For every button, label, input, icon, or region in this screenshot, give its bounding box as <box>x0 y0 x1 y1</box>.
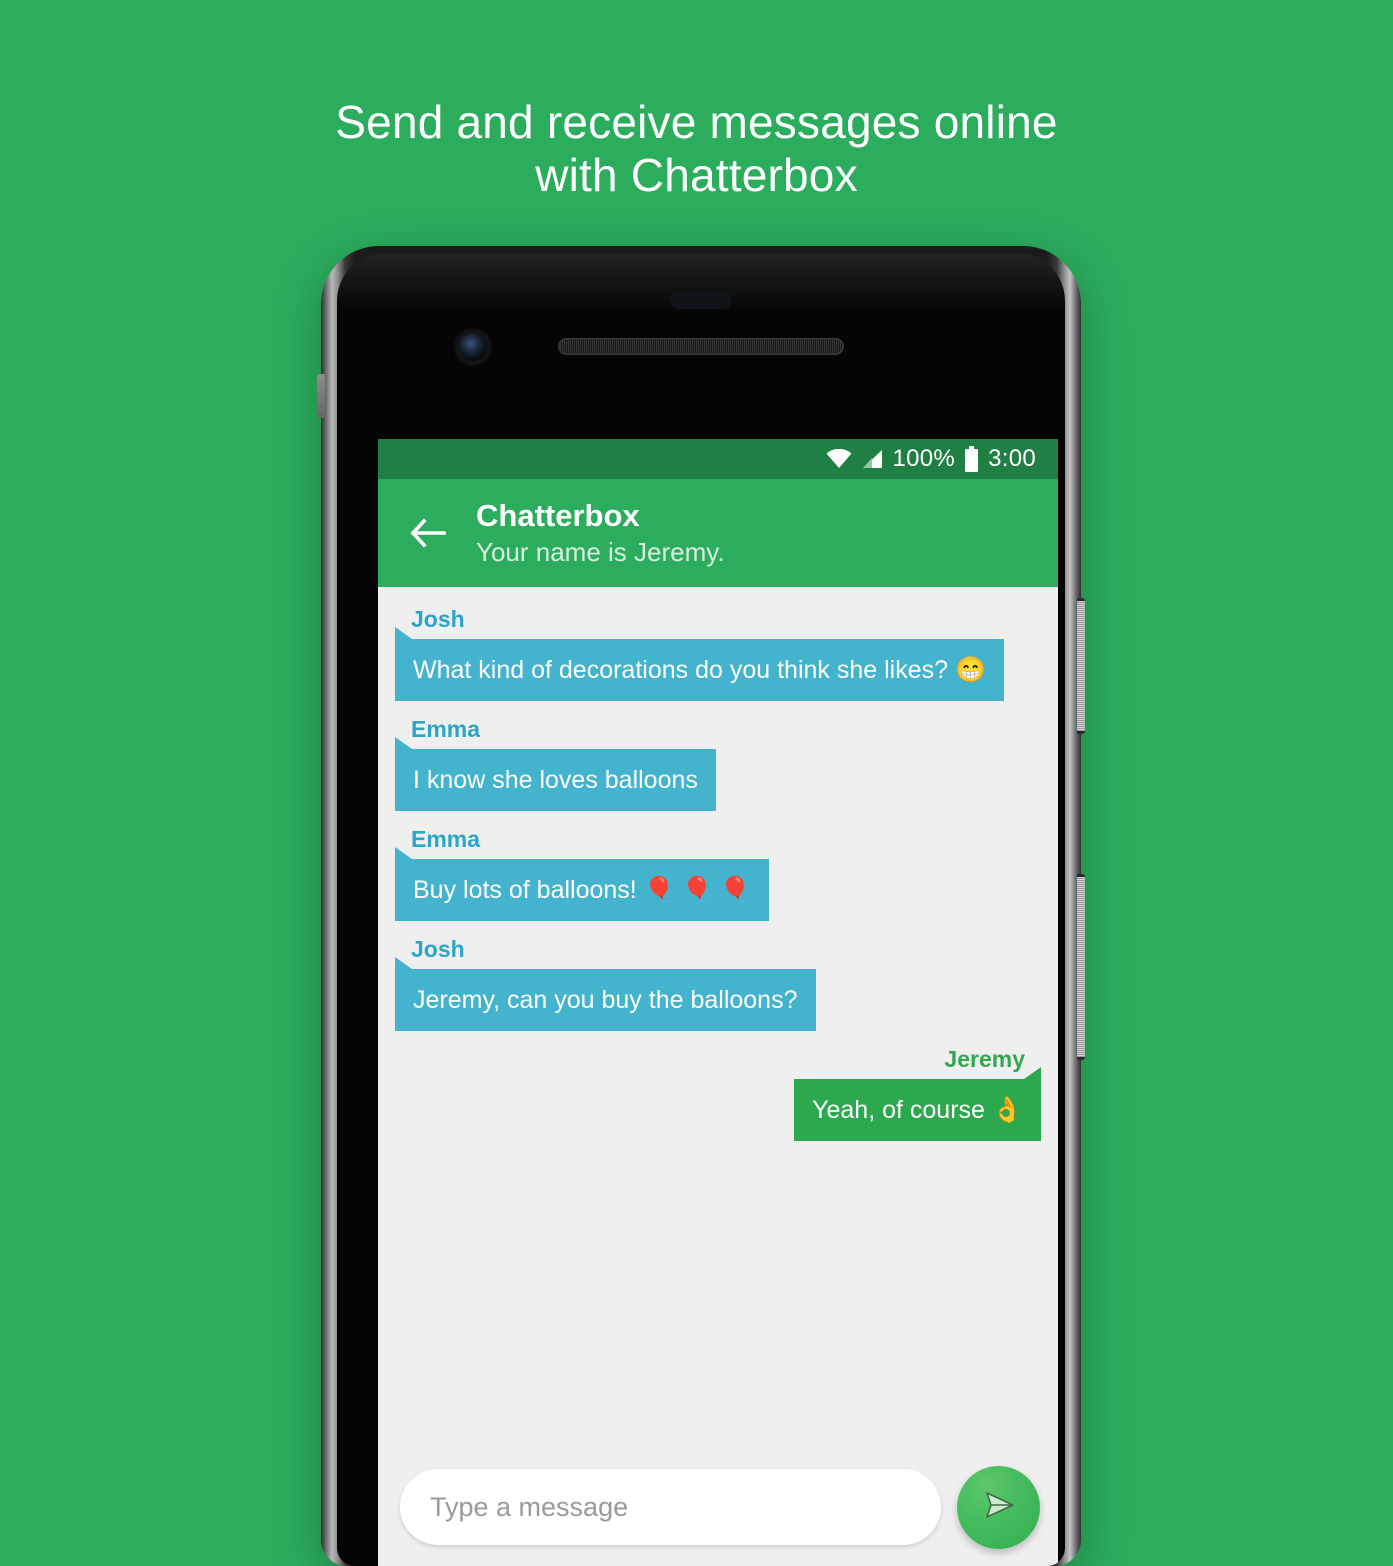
app-bar-text: Chatterbox Your name is Jeremy. <box>476 497 725 569</box>
message-sender-name: Josh <box>411 936 465 962</box>
power-button[interactable] <box>1077 598 1085 734</box>
left-side-nub <box>317 374 325 418</box>
phone-screen: 100% 3:00 Chatterbox Your name is Jeremy… <box>378 439 1058 1566</box>
headline-line-2: with Chatterbox <box>535 149 858 201</box>
wifi-icon <box>826 449 852 469</box>
status-bar: 100% 3:00 <box>378 439 1058 479</box>
send-icon <box>977 1483 1021 1532</box>
battery-percent-label: 100% <box>892 445 956 472</box>
top-pill <box>671 291 731 309</box>
message-composer <box>378 1448 1058 1566</box>
message-row: Emma Buy lots of balloons! 🎈 🎈 🎈 <box>395 825 1041 921</box>
earpiece-speaker-icon <box>558 338 844 355</box>
message-list: Josh What kind of decorations do you thin… <box>378 587 1058 1448</box>
clock-label: 3:00 <box>988 445 1036 472</box>
phone-mockup: 100% 3:00 Chatterbox Your name is Jeremy… <box>317 246 1085 1566</box>
phone-glass: 100% 3:00 Chatterbox Your name is Jeremy… <box>337 253 1065 1566</box>
front-camera-icon <box>459 333 487 361</box>
message-bubble[interactable]: Jeremy, can you buy the balloons? <box>395 969 816 1031</box>
send-button[interactable] <box>957 1465 1040 1549</box>
message-sender-name: Josh <box>411 606 465 632</box>
message-bubble[interactable]: I know she loves balloons <box>395 749 716 811</box>
app-bar: Chatterbox Your name is Jeremy. <box>378 479 1058 587</box>
message-bubble[interactable]: What kind of decorations do you think sh… <box>395 639 1005 701</box>
headline-line-1: Send and receive messages online <box>335 96 1058 148</box>
message-row: Josh What kind of decorations do you thin… <box>395 605 1041 701</box>
signal-icon <box>861 449 883 469</box>
message-sender-name: Jeremy <box>944 1046 1025 1072</box>
page-title: Chatterbox <box>476 498 640 533</box>
message-row: Josh Jeremy, can you buy the balloons? <box>395 935 1041 1031</box>
message-bubble[interactable]: Buy lots of balloons! 🎈 🎈 🎈 <box>395 859 769 921</box>
back-arrow-icon[interactable] <box>402 507 454 559</box>
message-row: Emma I know she loves balloons <box>395 715 1041 811</box>
message-input[interactable] <box>400 1469 941 1545</box>
message-sender-name: Emma <box>411 826 481 852</box>
volume-button[interactable] <box>1077 874 1085 1060</box>
message-sender-name: Emma <box>411 716 481 742</box>
battery-full-icon <box>964 446 979 472</box>
message-row: Jeremy Yeah, of course 👌 <box>395 1045 1041 1141</box>
message-bubble[interactable]: Yeah, of course 👌 <box>794 1079 1041 1141</box>
app-bar-subtitle: Your name is Jeremy. <box>476 537 725 567</box>
page-headline: Send and receive messages online with Ch… <box>0 96 1393 202</box>
